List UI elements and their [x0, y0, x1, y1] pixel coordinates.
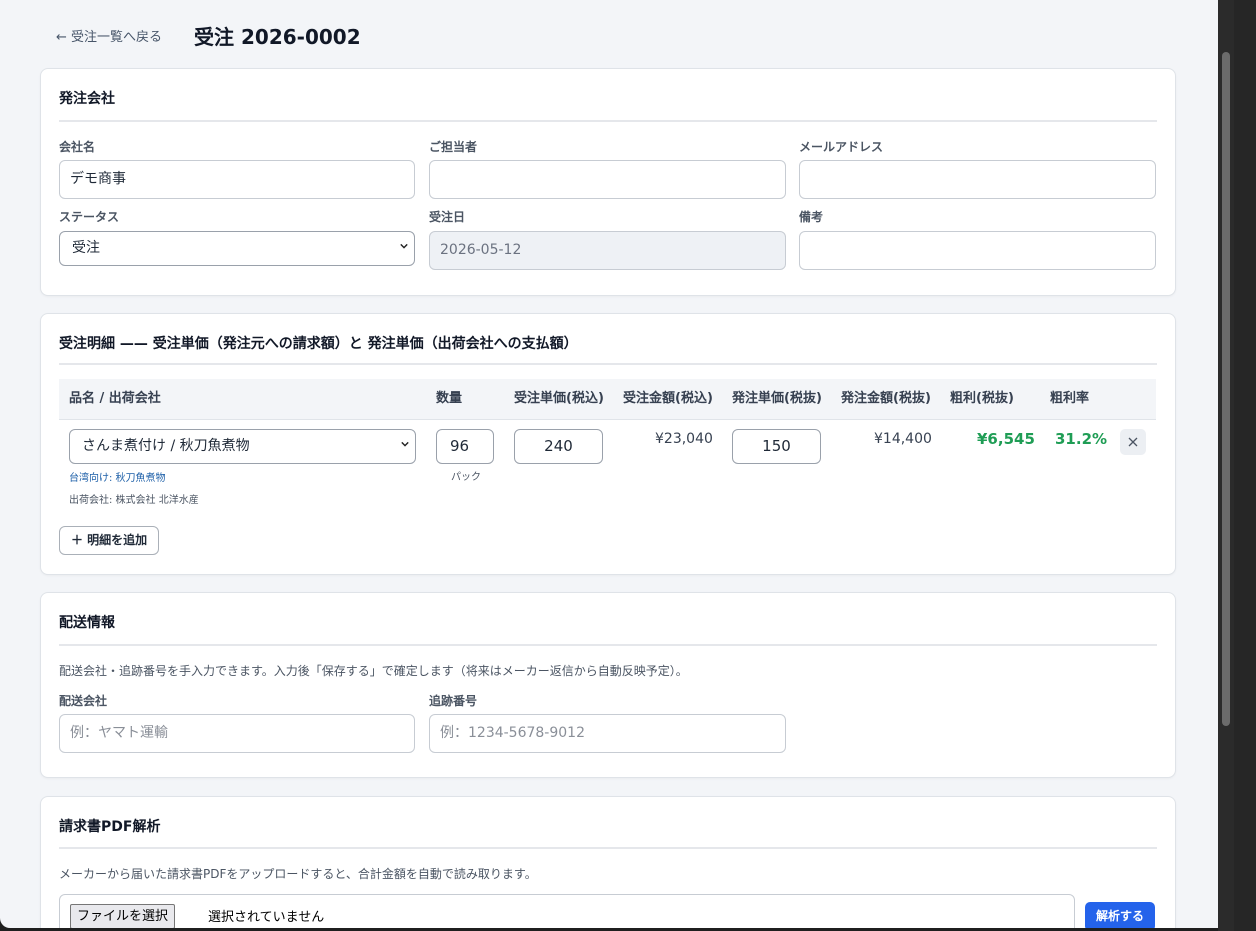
- gross-profit: ¥6,545: [977, 430, 1035, 448]
- col-product: 品名 / 出荷会社: [69, 391, 161, 406]
- page-header: ← 受注一覧へ戻る 受注 2026-0002: [56, 20, 361, 50]
- col-purchase-amount: 発注金額(税抜): [841, 391, 931, 406]
- tracking-input[interactable]: 例：1234-5678-9012: [429, 714, 786, 753]
- tracking-label: 追跡番号: [429, 694, 478, 708]
- page-title: 受注 2026-0002: [194, 24, 361, 49]
- product-select-value: さんま煮付け / 秋刀魚煮物: [82, 438, 250, 454]
- invoice-description: メーカーから届いた請求書PDFをアップロードすると、合計金額を自動で読み取ります…: [59, 867, 537, 881]
- col-qty: 数量: [436, 391, 463, 406]
- order-date-label: 受注日: [429, 210, 466, 224]
- col-order-amount: 受注金額(税込): [623, 391, 713, 406]
- taiwan-name: 台湾向け: 秋刀魚煮物: [69, 473, 166, 484]
- notes-label: 備考: [799, 210, 824, 224]
- order-date-input: 2026-05-12: [429, 231, 786, 270]
- items-table-header: 品名 / 出荷会社 数量 受注単価(税込) 受注金額(税込) 発注単価(税抜) …: [59, 379, 1156, 420]
- tracking-placeholder: 例：1234-5678-9012: [440, 725, 585, 741]
- items-section-title: 受注明細 —— 受注単価（発注元への請求額）と 発注単価（出荷会社への支払額）: [59, 336, 578, 352]
- carrier-label: 配送会社: [59, 694, 108, 708]
- choose-file-button[interactable]: ファイルを選択: [70, 904, 176, 928]
- analyze-button[interactable]: 解析する: [1085, 902, 1156, 928]
- notes-input[interactable]: [799, 231, 1156, 270]
- purchase-amount: ¥14,400: [874, 431, 932, 447]
- contact-input[interactable]: [429, 160, 786, 199]
- order-price-input[interactable]: 240: [514, 429, 603, 464]
- invoice-card: 請求書PDF解析 メーカーから届いた請求書PDFをアップロードすると、合計金額を…: [40, 796, 1176, 928]
- divider: [59, 363, 1157, 365]
- orderer-section-title: 発注会社: [59, 91, 115, 107]
- add-item-button[interactable]: ＋ 明細を追加: [59, 526, 160, 555]
- col-purchase-price: 発注単価(税抜): [732, 391, 822, 406]
- col-gross-profit: 粗利(税抜): [950, 391, 1014, 406]
- order-items-card: 受注明細 —— 受注単価（発注元への請求額）と 発注単価（出荷会社への支払額） …: [40, 313, 1176, 575]
- close-icon: [1128, 437, 1138, 447]
- chevron-down-icon: [400, 243, 408, 249]
- email-input[interactable]: [799, 160, 1156, 199]
- side-panel: [1234, 0, 1256, 931]
- carrier-placeholder: 例：ヤマト運輸: [70, 725, 168, 741]
- back-to-list-link[interactable]: ← 受注一覧へ戻る: [56, 26, 162, 45]
- divider: [59, 120, 1157, 122]
- shipping-description: 配送会社・追跡番号を手入力できます。入力後「保存する」で確定します（将来はメーカ…: [59, 664, 688, 678]
- margin-rate: 31.2%: [1055, 430, 1108, 448]
- email-label: メールアドレス: [799, 140, 884, 154]
- page: ← 受注一覧へ戻る 受注 2026-0002 発注会社 会社名 デモ商事 ご担当…: [0, 0, 1218, 928]
- status-label: ステータス: [59, 210, 120, 224]
- shipping-section-title: 配送情報: [59, 615, 115, 631]
- qty-input[interactable]: 96: [436, 429, 494, 464]
- company-input[interactable]: デモ商事: [59, 160, 415, 199]
- col-margin: 粗利率: [1050, 391, 1090, 406]
- carrier-input[interactable]: 例：ヤマト運輸: [59, 714, 415, 753]
- shipping-card: 配送情報 配送会社・追跡番号を手入力できます。入力後「保存する」で確定します（将…: [40, 592, 1176, 778]
- chevron-down-icon: [401, 441, 409, 447]
- qty-unit: パック: [451, 472, 481, 483]
- orderer-card: 発注会社 会社名 デモ商事 ご担当者 メールアドレス ステータス 受注 受注日 …: [40, 68, 1176, 296]
- invoice-section-title: 請求書PDF解析: [59, 819, 161, 835]
- purchase-price-input[interactable]: 150: [732, 429, 821, 464]
- contact-label: ご担当者: [429, 140, 478, 154]
- order-amount: ¥23,040: [655, 431, 713, 447]
- col-order-price: 受注単価(税込): [514, 391, 604, 406]
- company-label: 会社名: [59, 140, 96, 154]
- file-status: 選択されていません: [208, 910, 325, 925]
- delete-row-button[interactable]: [1120, 429, 1146, 455]
- scrollbar-thumb[interactable]: [1222, 52, 1230, 726]
- divider: [59, 644, 1157, 646]
- product-select[interactable]: さんま煮付け / 秋刀魚煮物: [69, 429, 416, 464]
- divider: [59, 847, 1157, 849]
- shipper-name: 出荷会社: 株式会社 北洋水産: [69, 495, 199, 506]
- status-select-value: 受注: [72, 240, 100, 256]
- status-select[interactable]: 受注: [59, 231, 415, 266]
